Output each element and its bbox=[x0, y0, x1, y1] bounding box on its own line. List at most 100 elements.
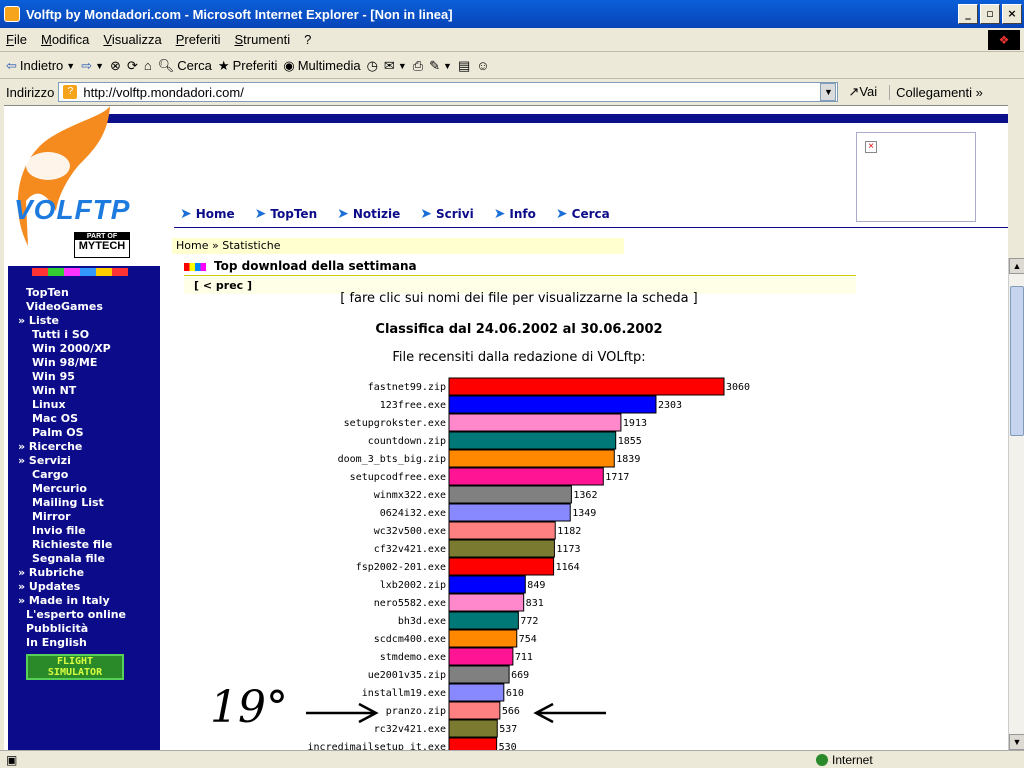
bar-label[interactable]: installm19.exe bbox=[362, 688, 446, 699]
bar-label[interactable]: 0624i32.exe bbox=[380, 508, 446, 519]
history-button[interactable]: ◷ bbox=[367, 58, 378, 74]
menu-strumenti[interactable]: Strumenti bbox=[234, 32, 290, 47]
sidebar-item[interactable]: Win NT bbox=[18, 384, 158, 398]
maximize-button[interactable]: ▫ bbox=[980, 4, 1000, 24]
sidebar-item[interactable]: Cargo bbox=[18, 468, 158, 482]
sidebar-item[interactable]: Win 98/ME bbox=[18, 356, 158, 370]
bar-label[interactable]: winmx322.exe bbox=[374, 490, 446, 501]
bar bbox=[448, 629, 518, 648]
sidebar-item[interactable]: Mailing List bbox=[18, 496, 158, 510]
bar-label[interactable]: wc32v500.exe bbox=[374, 526, 446, 537]
nav-scrivi[interactable]: ➤ Scrivi bbox=[420, 206, 473, 222]
nav-notizie[interactable]: ➤ Notizie bbox=[337, 206, 400, 222]
mytech-logo[interactable]: PART OF MYTECH bbox=[74, 232, 130, 258]
bar-label[interactable]: setupgrokster.exe bbox=[344, 418, 446, 429]
links-button[interactable]: Collegamenti » bbox=[889, 84, 983, 100]
back-arrow-icon: ⇦ bbox=[6, 57, 17, 73]
sidebar-item[interactable]: Linux bbox=[18, 398, 158, 412]
sidebar-item[interactable]: » Ricerche bbox=[18, 440, 158, 454]
bar-value-label: 669 bbox=[511, 670, 529, 681]
sidebar-item[interactable]: Palm OS bbox=[18, 426, 158, 440]
bar-value-label: 711 bbox=[515, 652, 533, 663]
scroll-thumb[interactable] bbox=[1010, 286, 1024, 436]
favorites-button[interactable]: ★ Preferiti bbox=[218, 58, 277, 74]
sidebar-item[interactable]: VideoGames bbox=[18, 300, 158, 314]
menu-preferiti[interactable]: Preferiti bbox=[176, 32, 221, 47]
menu-visualizza[interactable]: Visualizza bbox=[103, 32, 161, 47]
flight-simulator-banner[interactable]: FLIGHT SIMULATOR bbox=[26, 654, 124, 680]
go-button[interactable]: ↗Vai bbox=[848, 84, 877, 100]
site-favicon-icon: ? bbox=[63, 85, 78, 99]
search-button[interactable]: 🔍︎ Cerca bbox=[158, 58, 212, 74]
address-dropdown-button[interactable]: ▼ bbox=[820, 83, 837, 101]
sidebar-item[interactable]: Invio file bbox=[18, 524, 158, 538]
nav-topten[interactable]: ➤ TopTen bbox=[255, 206, 317, 222]
print-button[interactable]: ⎙ bbox=[413, 58, 423, 74]
bar-label[interactable]: scdcm400.exe bbox=[374, 634, 446, 645]
scroll-up-button[interactable]: ▲ bbox=[1009, 258, 1024, 274]
menu-help[interactable]: ? bbox=[304, 32, 311, 47]
bar-label[interactable]: 123free.exe bbox=[380, 400, 446, 411]
sidebar-item[interactable]: » Updates bbox=[18, 580, 158, 594]
sidebar-item[interactable]: Richieste file bbox=[18, 538, 158, 552]
bar-label[interactable]: stmdemo.exe bbox=[380, 652, 446, 663]
bar-label[interactable]: doom_3_bts_big.zip bbox=[338, 454, 446, 465]
nav-home[interactable]: ➤ Home bbox=[180, 206, 235, 222]
minimize-button[interactable]: _ bbox=[958, 4, 978, 24]
bar-label[interactable]: incredimailsetup_it.exe bbox=[308, 742, 446, 750]
stop-button[interactable]: ⊗ bbox=[110, 58, 121, 74]
click-hint: [ fare clic sui nomi dei file per visual… bbox=[340, 291, 698, 306]
address-input[interactable]: ? http://volftp.mondadori.com/ bbox=[58, 82, 839, 102]
bar-label[interactable]: ue2001v35.zip bbox=[368, 670, 446, 681]
bar-label[interactable]: fsp2002-201.exe bbox=[356, 562, 446, 573]
scroll-down-button[interactable]: ▼ bbox=[1009, 734, 1024, 750]
close-button[interactable]: × bbox=[1002, 4, 1022, 24]
bar-label[interactable]: pranzo.zip bbox=[386, 706, 446, 717]
sidebar-item[interactable]: Win 2000/XP bbox=[18, 342, 158, 356]
bar bbox=[448, 521, 556, 540]
sidebar-item[interactable]: » Rubriche bbox=[18, 566, 158, 580]
sidebar-item[interactable]: Mirror bbox=[18, 510, 158, 524]
bar-label[interactable]: setupcodfree.exe bbox=[350, 472, 446, 483]
menu-file[interactable]: File bbox=[6, 32, 27, 47]
ad-placeholder[interactable]: × bbox=[856, 132, 976, 222]
brand-text: VOLFTP bbox=[14, 194, 131, 225]
nav-info[interactable]: ➤ Info bbox=[494, 206, 536, 222]
mail-button[interactable]: ✉ ▼ bbox=[384, 58, 407, 74]
bar-label[interactable]: nero5582.exe bbox=[374, 598, 446, 609]
messenger-button[interactable]: ☺ bbox=[476, 58, 489, 73]
window-title: Volftp by Mondadori.com - Microsoft Inte… bbox=[26, 6, 453, 22]
discuss-button[interactable]: ▤ bbox=[458, 58, 470, 74]
sidebar-item[interactable]: Win 95 bbox=[18, 370, 158, 384]
sidebar-item[interactable]: » Liste bbox=[18, 314, 158, 328]
print-icon: ⎙ bbox=[412, 57, 424, 73]
bar-label[interactable]: lxb2002.zip bbox=[380, 580, 446, 591]
sidebar-item[interactable]: Pubblicità bbox=[18, 622, 158, 636]
bar-label[interactable]: countdown.zip bbox=[368, 436, 446, 447]
sidebar-item[interactable]: Tutti i SO bbox=[18, 328, 158, 342]
breadcrumb[interactable]: Home » Statistiche bbox=[172, 238, 624, 254]
bar-label[interactable]: fastnet99.zip bbox=[368, 382, 446, 393]
sidebar-item[interactable]: TopTen bbox=[18, 286, 158, 300]
sidebar-item[interactable]: In English bbox=[18, 636, 158, 650]
edit-button[interactable]: ✎ ▼ bbox=[429, 58, 452, 74]
nav-cerca[interactable]: ➤ Cerca bbox=[556, 206, 610, 222]
refresh-button[interactable]: ⟳ bbox=[127, 58, 138, 74]
forward-button[interactable]: ⇨ ▼ bbox=[81, 58, 104, 74]
sidebar-item[interactable]: Mercurio bbox=[18, 482, 158, 496]
bar-value-label: 772 bbox=[520, 616, 538, 627]
sidebar-item[interactable]: Segnala file bbox=[18, 552, 158, 566]
sidebar-item[interactable]: Mac OS bbox=[18, 412, 158, 426]
bar-label[interactable]: cf32v421.exe bbox=[374, 544, 446, 555]
menu-modifica[interactable]: Modifica bbox=[41, 32, 89, 47]
vertical-scrollbar[interactable]: ▲ ▼ bbox=[1008, 258, 1024, 750]
back-button[interactable]: ⇦ Indietro ▼ bbox=[6, 58, 75, 74]
sidebar-item[interactable]: » Servizi bbox=[18, 454, 158, 468]
media-button[interactable]: ◉ Multimedia bbox=[283, 58, 360, 74]
header-bar bbox=[104, 114, 1008, 123]
home-button[interactable]: ⌂ bbox=[144, 58, 152, 73]
bar-label[interactable]: rc32v421.exe bbox=[374, 724, 446, 735]
sidebar-item[interactable]: » Made in Italy bbox=[18, 594, 158, 608]
sidebar-item[interactable]: L'esperto online bbox=[18, 608, 158, 622]
bar-label[interactable]: bh3d.exe bbox=[398, 616, 446, 627]
